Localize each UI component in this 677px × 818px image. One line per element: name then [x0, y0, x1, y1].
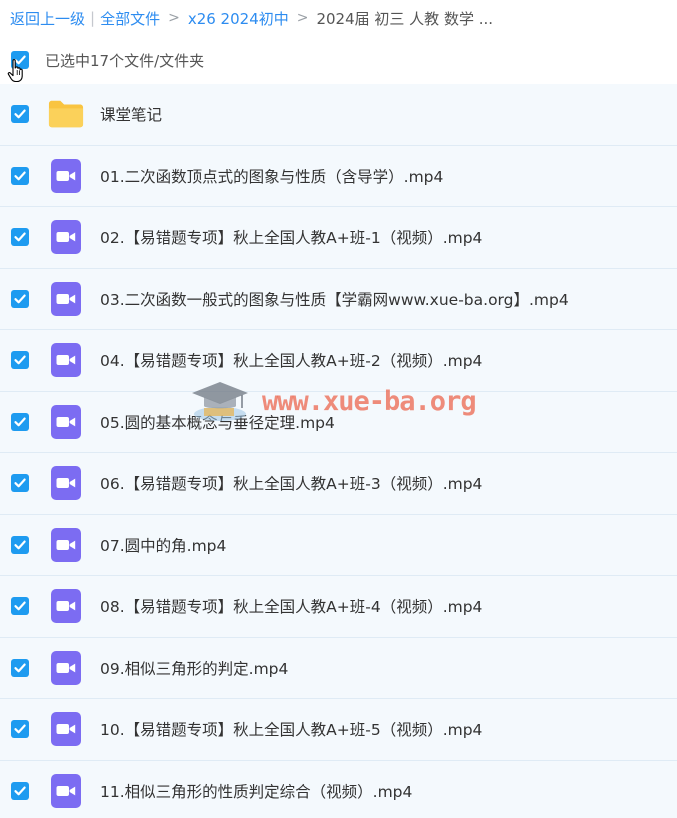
check-icon [14, 355, 26, 365]
video-camera-icon [56, 170, 76, 181]
file-checkbox[interactable] [11, 781, 29, 800]
video-file-icon [51, 466, 81, 501]
video-camera-icon [56, 539, 76, 550]
video-icon [48, 342, 84, 378]
separator: | [90, 9, 96, 27]
video-file-icon [51, 650, 81, 685]
file-name[interactable]: 07.圆中的角.mp4 [100, 534, 226, 556]
video-icon [48, 527, 84, 563]
file-name[interactable]: 01.二次函数顶点式的图象与性质（含导学）.mp4 [100, 165, 443, 187]
chevron-right-icon: > [168, 10, 180, 26]
video-icon [48, 465, 84, 501]
video-camera-icon [56, 355, 76, 366]
file-name[interactable]: 06.【易错题专项】秋上全国人教A+班-3（视频）.mp4 [100, 472, 482, 494]
video-icon [48, 219, 84, 255]
video-icon [48, 773, 84, 809]
check-icon [14, 540, 26, 550]
video-icon [48, 404, 84, 440]
select-all-checkbox[interactable] [11, 51, 29, 69]
check-icon [14, 171, 26, 181]
video-file-icon [51, 527, 81, 562]
file-name[interactable]: 05.圆的基本概念与垂径定理.mp4 [100, 411, 335, 433]
video-camera-icon [56, 293, 76, 304]
video-icon [48, 588, 84, 624]
video-file-icon [51, 281, 81, 316]
file-checkbox[interactable] [11, 474, 29, 493]
folder-icon [48, 100, 84, 128]
file-row[interactable]: 08.【易错题专项】秋上全国人教A+班-4（视频）.mp4 [0, 576, 677, 638]
video-file-icon [51, 773, 81, 808]
file-row[interactable]: 11.相似三角形的性质判定综合（视频）.mp4 [0, 760, 677, 818]
selection-bar: 已选中17个文件/文件夹 [0, 36, 677, 84]
check-icon [14, 55, 26, 65]
file-name[interactable]: 10.【易错题专项】秋上全国人教A+班-5（视频）.mp4 [100, 718, 482, 740]
video-camera-icon [56, 478, 76, 489]
folder-link-x26[interactable]: x26 2024初中 [188, 8, 289, 29]
file-checkbox[interactable] [11, 105, 29, 124]
video-icon [48, 711, 84, 747]
video-icon [48, 281, 84, 317]
file-name[interactable]: 04.【易错题专项】秋上全国人教A+班-2（视频）.mp4 [100, 349, 482, 371]
file-checkbox[interactable] [11, 597, 29, 616]
file-name[interactable]: 11.相似三角形的性质判定综合（视频）.mp4 [100, 780, 412, 802]
check-icon [14, 601, 26, 611]
all-files-link[interactable]: 全部文件 [100, 8, 160, 29]
video-camera-icon [56, 785, 76, 796]
file-name[interactable]: 09.相似三角形的判定.mp4 [100, 657, 288, 679]
video-icon [48, 158, 84, 194]
check-icon [14, 663, 26, 673]
check-icon [14, 478, 26, 488]
video-camera-icon [56, 662, 76, 673]
file-row[interactable]: 01.二次函数顶点式的图象与性质（含导学）.mp4 [0, 145, 677, 207]
file-checkbox[interactable] [11, 228, 29, 247]
back-link[interactable]: 返回上一级 [10, 8, 85, 29]
current-folder: 2024届 初三 人教 数学 ... [316, 9, 494, 28]
file-list: 课堂笔记 01.二次函数顶点式的图象与性质（含导学）.mp4 02.【易错题专项】秋… [0, 84, 677, 818]
video-camera-icon [56, 416, 76, 427]
video-camera-icon [56, 601, 76, 612]
file-row[interactable]: 03.二次函数一般式的图象与性质【学霸网www.xue-ba.org】.mp4 [0, 268, 677, 330]
check-icon [14, 786, 26, 796]
video-file-icon [51, 343, 81, 378]
file-checkbox[interactable] [11, 351, 29, 370]
file-checkbox[interactable] [11, 535, 29, 554]
file-name[interactable]: 02.【易错题专项】秋上全国人教A+班-1（视频）.mp4 [100, 226, 482, 248]
breadcrumb: 返回上一级 | 全部文件 > x26 2024初中 > 2024届 初三 人教 … [0, 0, 677, 36]
check-icon [14, 724, 26, 734]
video-file-icon [51, 158, 81, 193]
check-icon [14, 232, 26, 242]
video-camera-icon [56, 232, 76, 243]
file-checkbox[interactable] [11, 412, 29, 431]
file-checkbox[interactable] [11, 289, 29, 308]
file-row[interactable]: 05.圆的基本概念与垂径定理.mp4 [0, 391, 677, 453]
video-file-icon [51, 712, 81, 747]
chevron-right-icon: > [296, 10, 309, 26]
selection-count-label: 已选中17个文件/文件夹 [45, 51, 205, 70]
file-row[interactable]: 06.【易错题专项】秋上全国人教A+班-3（视频）.mp4 [0, 453, 677, 515]
file-name[interactable]: 08.【易错题专项】秋上全国人教A+班-4（视频）.mp4 [100, 595, 482, 617]
file-row[interactable]: 07.圆中的角.mp4 [0, 514, 677, 576]
file-name[interactable]: 03.二次函数一般式的图象与性质【学霸网www.xue-ba.org】.mp4 [100, 288, 569, 310]
file-row[interactable]: 02.【易错题专项】秋上全国人教A+班-1（视频）.mp4 [0, 207, 677, 269]
folder-icon [48, 96, 84, 132]
file-checkbox[interactable] [11, 658, 29, 677]
file-checkbox[interactable] [11, 166, 29, 185]
video-camera-icon [56, 724, 76, 735]
video-file-icon [51, 220, 81, 255]
file-checkbox[interactable] [11, 720, 29, 739]
check-icon [14, 109, 26, 119]
video-file-icon [51, 404, 81, 439]
file-name[interactable]: 课堂笔记 [100, 103, 162, 125]
file-row[interactable]: 课堂笔记 [0, 84, 677, 146]
file-row[interactable]: 04.【易错题专项】秋上全国人教A+班-2（视频）.mp4 [0, 330, 677, 392]
file-row[interactable]: 09.相似三角形的判定.mp4 [0, 637, 677, 699]
check-icon [14, 294, 26, 304]
video-icon [48, 650, 84, 686]
video-file-icon [51, 589, 81, 624]
check-icon [14, 417, 26, 427]
file-row[interactable]: 10.【易错题专项】秋上全国人教A+班-5（视频）.mp4 [0, 699, 677, 761]
